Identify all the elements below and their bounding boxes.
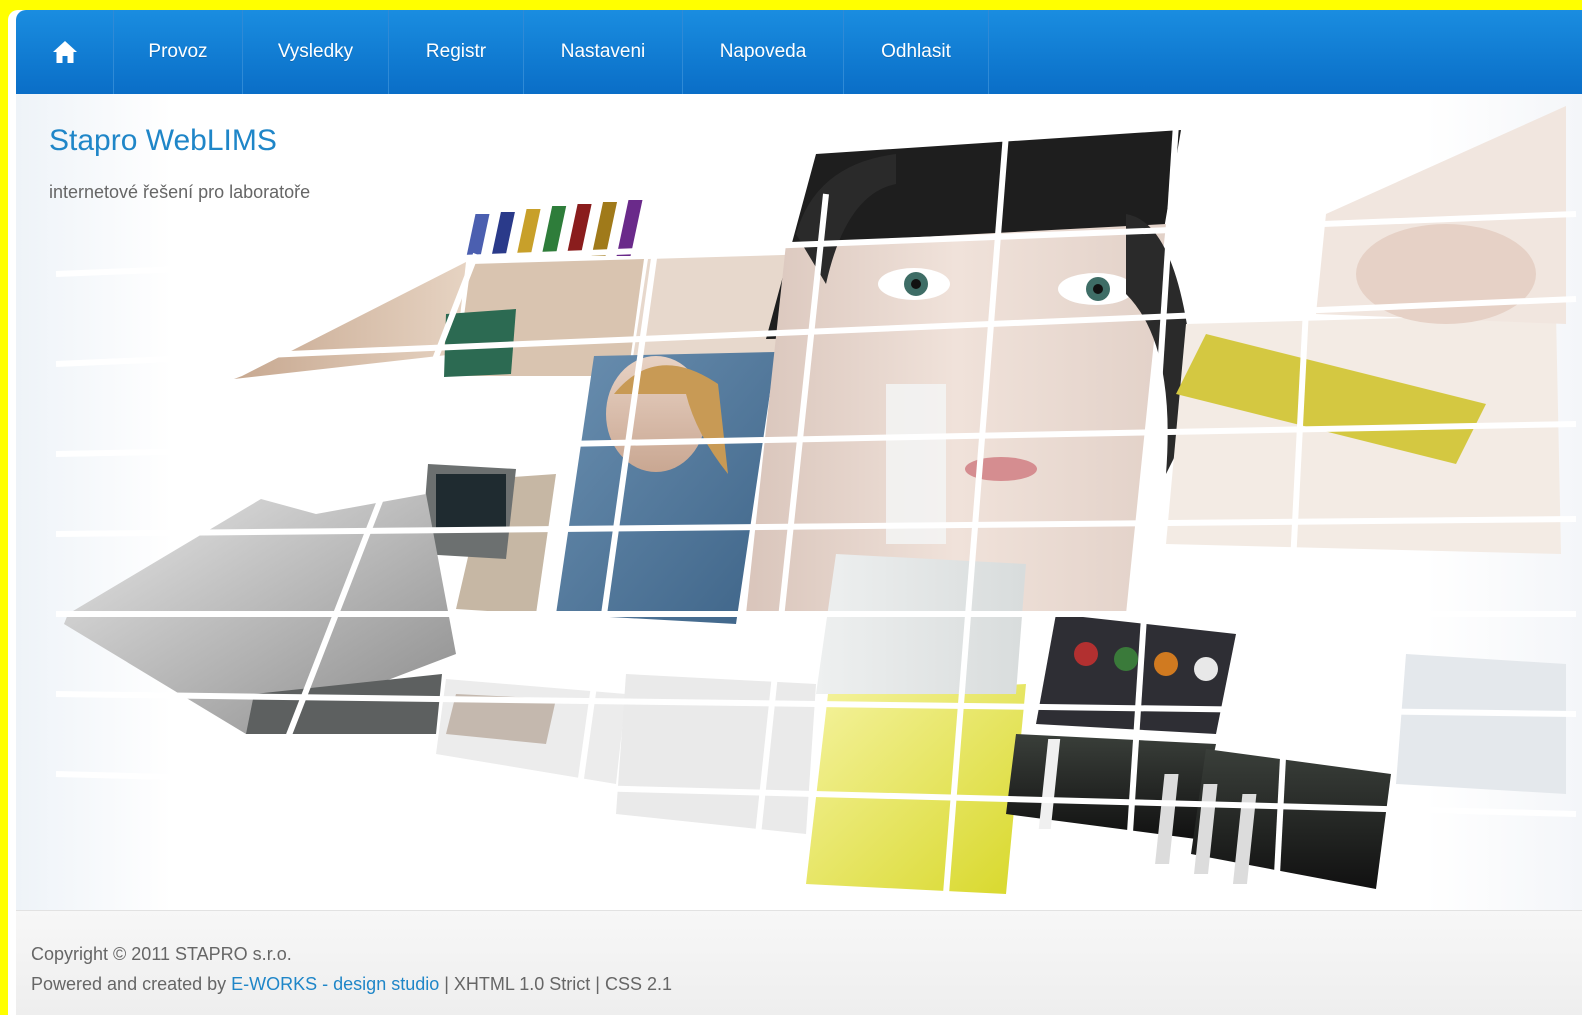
link-dash: - [317,974,334,994]
design-studio-link[interactable]: design studio [333,974,439,994]
nav-home-button[interactable] [16,10,114,94]
separator: | [590,974,605,994]
copyright-text: Copyright © 2011 STAPRO s.r.o. [31,944,292,964]
nav-item-napoveda[interactable]: Napoveda [683,10,844,94]
nav-item-odhlasit[interactable]: Odhlasit [844,10,989,94]
site-subtitle: internetové řešení pro laboratoře [49,182,311,202]
browser-page: Provoz Vysledky Registr Nastaveni Napove… [8,10,1582,1015]
site-title: Stapro WebLIMS [49,124,277,157]
nav-item-vysledky[interactable]: Vysledky [243,10,389,94]
powered-by-line: Powered and created by E-WORKS - design … [31,974,672,995]
nav-item-nastaveni[interactable]: Nastaveni [524,10,683,94]
separator: | [439,974,454,994]
powered-by-text: Powered and created by [31,974,232,994]
css-link[interactable]: CSS 2.1 [605,974,672,994]
xhtml-link[interactable]: XHTML 1.0 Strict [454,974,590,994]
footer: Copyright © 2011 STAPRO s.r.o. Powered a… [16,910,1582,1015]
eworks-link[interactable]: E-WORKS [231,974,317,994]
nav-item-registr[interactable]: Registr [389,10,524,94]
home-icon [52,41,77,63]
main-navigation: Provoz Vysledky Registr Nastaveni Napove… [16,10,1582,94]
laboratory-collage-image [55,106,1577,895]
main-content: Stapro WebLIMS internetové řešení pro la… [16,94,1582,910]
nav-item-provoz[interactable]: Provoz [114,10,243,94]
